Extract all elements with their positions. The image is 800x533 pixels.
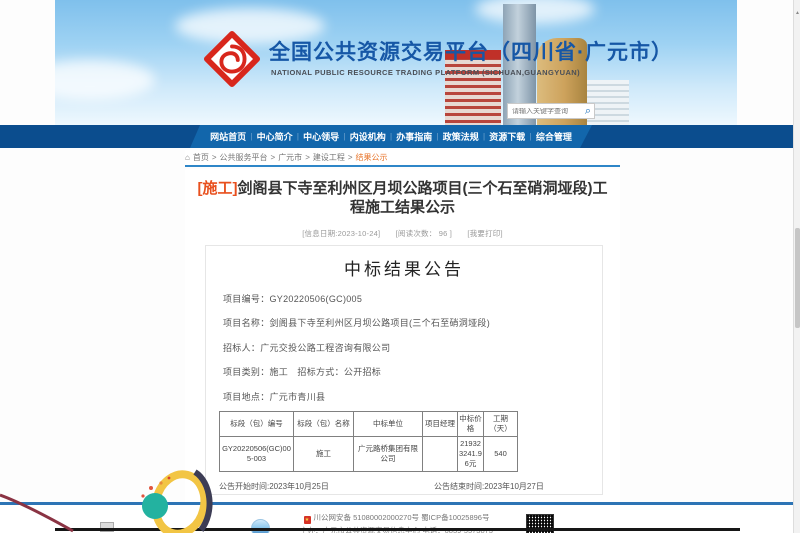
notice-end-time: 公告结束时间:2023年10月27日 [434, 481, 544, 492]
article-title: [施工]剑阁县下寺至利州区月坝公路项目(三个石至硝洞垭段)工程施工结果公示 [195, 179, 610, 217]
cell-price: 219323241.96元 [458, 436, 484, 471]
col-manager: 项目经理 [423, 411, 458, 436]
search-box[interactable]: ⌕ [507, 103, 595, 119]
curve-decoration [0, 485, 75, 533]
platform-logo-icon [203, 30, 261, 88]
police-emblem-icon: ★ [304, 516, 311, 524]
notice-times: 公告开始时间:2023年10月25日 公告结束时间:2023年10月27日 [206, 481, 602, 491]
field-category: 项目类别：施工 招标方式：公开招标 [223, 365, 602, 378]
nav-item-admin[interactable]: 综合管理 [536, 130, 572, 143]
col-winner: 中标单位 [354, 411, 423, 436]
nav-item-intro[interactable]: 中心简介 [257, 130, 293, 143]
field-tenderer: 招标人：广元交投公路工程咨询有限公司 [223, 341, 602, 354]
article-tag: [施工] [198, 180, 238, 197]
cloud-decoration [55, 60, 155, 100]
doodle-decoration [125, 468, 235, 533]
col-section-name: 标段（包）名称 [294, 411, 354, 436]
site-subtitle: NATIONAL PUBLIC RESOURCE TRADING PLATFOR… [271, 68, 580, 77]
article-card: [施工]剑阁县下寺至利州区月坝公路项目(三个石至硝洞垭段)工程施工结果公示 [信… [185, 169, 620, 502]
breadcrumb-item[interactable]: 建设工程 [313, 152, 345, 163]
scrollbar[interactable]: ▲ [793, 0, 800, 533]
main-navbar: 网站首页 | 中心简介 | 中心领导 | 内设机构 | 办事指南 | 政策法规 … [0, 125, 793, 148]
col-section-number: 标段（包）编号 [220, 411, 294, 436]
home-icon: ⌂ [185, 153, 190, 162]
col-duration: 工期（天） [484, 411, 518, 436]
footer-beian: ★川公网安备 51080002000270号 蜀ICP备10025896号 [0, 512, 793, 524]
search-input[interactable] [508, 108, 585, 115]
table-row: GY20220506(GC)005-003 施工 广元路桥集团有限公司 2193… [220, 436, 518, 471]
nav-item-home[interactable]: 网站首页 [210, 130, 246, 143]
field-location: 项目地点：广元市青川县 [223, 390, 602, 403]
notice-start-time: 公告开始时间:2023年10月25日 [219, 481, 329, 492]
cell-duration: 540 [484, 436, 518, 471]
cell-section-number: GY20220506(GC)005-003 [220, 436, 294, 471]
field-project-number: 项目编号：GY20220506(GC)005 [223, 292, 602, 305]
breadcrumb-current: 结果公示 [356, 152, 388, 163]
notice-box: 中标结果公告 项目编号：GY20220506(GC)005 项目名称：剑阁县下寺… [205, 245, 603, 495]
breadcrumb-item[interactable]: 公共服务平台 [220, 152, 268, 163]
breadcrumb: ⌂ 首页 > 公共服务平台 > 广元市 > 建设工程 > 结果公示 [185, 150, 620, 167]
site-banner: 全国公共资源交易平台（四川省·广元市） NATIONAL PUBLIC RESO… [55, 0, 737, 125]
nav-item-leaders[interactable]: 中心领导 [303, 130, 339, 143]
bid-result-table: 标段（包）编号 标段（包）名称 中标单位 项目经理 中标价格 工期（天） GY2… [219, 411, 518, 472]
breadcrumb-home[interactable]: 首页 [193, 152, 209, 163]
nav-item-policies[interactable]: 政策法规 [443, 130, 479, 143]
site-title: 全国公共资源交易平台（四川省·广元市） [269, 36, 673, 66]
nav-menu-strip: 网站首页 | 中心简介 | 中心领导 | 内设机构 | 办事指南 | 政策法规 … [190, 125, 592, 148]
nav-item-departments[interactable]: 内设机构 [350, 130, 386, 143]
scrollbar-thumb[interactable] [795, 228, 800, 328]
breadcrumb-item[interactable]: 广元市 [278, 152, 302, 163]
notice-title: 中标结果公告 [206, 255, 602, 280]
article-info-line: [信息日期:2023-10-24] [阅读次数： 96 ] [我要打印] [185, 228, 620, 239]
scrollbar-up-arrow[interactable]: ▲ [795, 10, 800, 16]
cell-section-name: 施工 [294, 436, 354, 471]
col-price: 中标价格 [458, 411, 484, 436]
cell-manager [423, 436, 458, 471]
search-icon[interactable]: ⌕ [585, 106, 594, 116]
nav-item-downloads[interactable]: 资源下载 [489, 130, 525, 143]
cell-winner: 广元路桥集团有限公司 [354, 436, 423, 471]
field-project-name: 项目名称：剑阁县下寺至利州区月坝公路项目(三个石至硝洞垭段) [223, 316, 602, 329]
table-header-row: 标段（包）编号 标段（包）名称 中标单位 项目经理 中标价格 工期（天） [220, 411, 518, 436]
page: 全国公共资源交易平台（四川省·广元市） NATIONAL PUBLIC RESO… [0, 0, 800, 533]
nav-item-guide[interactable]: 办事指南 [396, 130, 432, 143]
